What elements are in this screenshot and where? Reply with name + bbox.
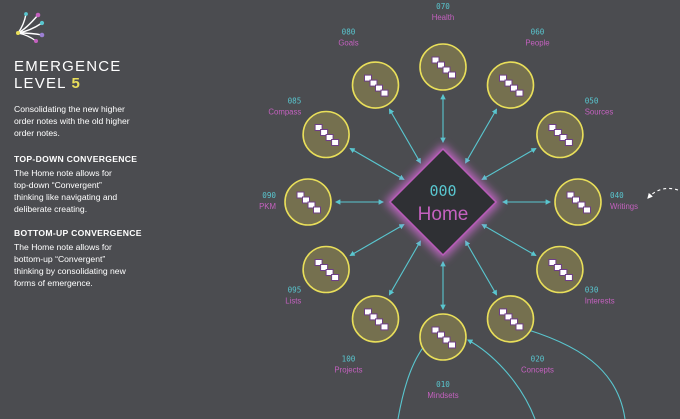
note-sheet: [583, 206, 591, 214]
node-code: 070: [436, 2, 450, 11]
spoke-link-concepts: [465, 240, 498, 296]
node-code: 050: [585, 97, 599, 106]
node-label: Concepts: [521, 366, 554, 375]
node-label: People: [525, 38, 549, 47]
level-heading: EMERGENCE LEVEL 5: [14, 58, 164, 92]
node-code: 085: [288, 97, 302, 106]
node-people[interactable]: [486, 61, 535, 109]
node-label: Compass: [268, 108, 301, 117]
node-label: Lists: [285, 297, 301, 306]
spoke-link-people: [465, 108, 498, 164]
note-sheet: [380, 89, 389, 97]
node-code: 010: [436, 380, 450, 389]
top-down-heading: TOP-DOWN CONVERGENCE: [14, 154, 138, 164]
node-label: Health: [432, 13, 455, 22]
node-interests[interactable]: [536, 245, 584, 294]
node-label: Writings: [610, 202, 638, 211]
home-code: 000: [429, 182, 456, 200]
body-line: deliberate creating.: [14, 204, 88, 214]
intro-line: order notes.: [14, 128, 60, 138]
level-title: EMERGENCE: [14, 58, 122, 75]
spoke-link-interests: [481, 224, 537, 257]
node-projects[interactable]: [351, 295, 400, 343]
intro-line: Consolidating the new higher: [14, 104, 125, 114]
level-word: LEVEL: [14, 75, 67, 92]
node-goals[interactable]: [351, 61, 400, 109]
note-sheet: [380, 323, 389, 331]
node-code: 080: [342, 27, 356, 36]
note-sheet: [331, 139, 340, 146]
node-pkm[interactable]: [284, 178, 332, 226]
node-code: 040: [610, 191, 624, 200]
node-code: 100: [342, 355, 356, 364]
node-health[interactable]: [419, 43, 467, 91]
node-code: 030: [585, 286, 599, 295]
node-compass[interactable]: [302, 110, 350, 159]
intro-line: order notes with the old higher: [14, 116, 130, 126]
node-lists[interactable]: [302, 245, 350, 294]
note-sheet: [313, 206, 321, 214]
body-line: forms of emergence.: [14, 278, 93, 288]
node-label: Sources: [585, 108, 614, 117]
spoke-link-sources: [481, 147, 537, 180]
incoming-arrow-middle: [467, 339, 536, 419]
note-sheet: [448, 341, 456, 349]
node-code: 060: [531, 27, 545, 36]
body-line: bottom-up “Convergent”: [14, 254, 106, 264]
node-label: Projects: [334, 366, 362, 375]
node-code: 090: [262, 191, 276, 200]
node-label: Goals: [338, 38, 358, 47]
writings-dashed-arrow: [647, 187, 679, 199]
node-code: 020: [531, 355, 545, 364]
intro-text: Consolidating the new higher order notes…: [14, 103, 164, 139]
node-label: PKM: [259, 202, 276, 211]
home-node[interactable]: 000 Home: [385, 144, 501, 260]
note-sheet: [515, 323, 524, 331]
note-sheet: [515, 89, 524, 97]
note-sheet: [331, 274, 340, 281]
bottom-up-heading: BOTTOM-UP CONVERGENCE: [14, 228, 142, 238]
spoke-link-projects: [388, 240, 421, 296]
spoke-link-lists: [349, 224, 405, 257]
node-code: 095: [288, 286, 302, 295]
body-line: top-down “Convergent”: [14, 180, 102, 190]
node-label: Mindsets: [427, 391, 458, 400]
node-sources[interactable]: [536, 110, 584, 159]
note-sheet: [564, 274, 573, 281]
body-line: thinking like navigating and: [14, 192, 118, 202]
note-sheet: [564, 139, 573, 146]
node-writings[interactable]: [554, 178, 602, 226]
spoke-link-compass: [349, 147, 405, 180]
note-sheet: [448, 71, 456, 79]
spoke-link-goals: [388, 108, 421, 164]
node-mindsets[interactable]: [419, 313, 467, 361]
level-number: 5: [71, 75, 82, 92]
starburst-logo-icon: [16, 12, 45, 43]
body-line: thinking by consolidating new: [14, 266, 126, 276]
bottom-up-body: The Home note allows for bottom-up “Conv…: [14, 241, 164, 289]
body-line: The Home note allows for: [14, 242, 112, 252]
home-label: Home: [418, 204, 469, 225]
node-concepts[interactable]: [486, 295, 535, 343]
top-down-body: The Home note allows for top-down “Conve…: [14, 167, 164, 215]
body-line: The Home note allows for: [14, 168, 112, 178]
node-label: Interests: [585, 297, 615, 306]
